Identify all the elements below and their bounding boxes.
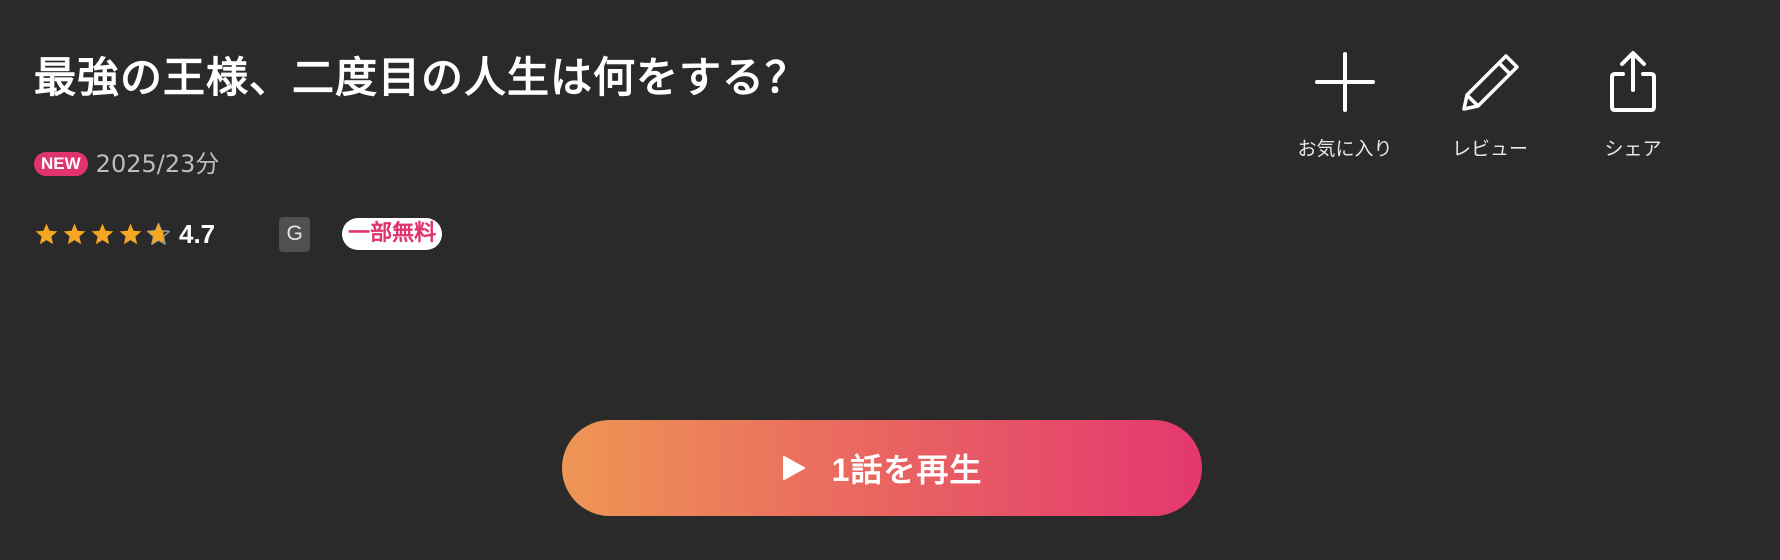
play-icon (782, 456, 805, 480)
age-rating-badge: G (279, 216, 311, 252)
play-episode-button[interactable]: 1話を再生 (562, 420, 1202, 516)
star-icon (146, 222, 171, 245)
share-label: シェア (1604, 138, 1662, 160)
star-rating (34, 222, 171, 247)
favorite-button[interactable]: お気に入り (1280, 50, 1410, 161)
review-label: レビュー (1451, 138, 1528, 160)
rating-row: 4.7 G 一部無料 (34, 214, 443, 254)
plus-icon (1315, 52, 1375, 112)
free-badge: 一部無料 (342, 218, 443, 250)
star-icon (35, 223, 58, 244)
page-title: 最強の王様、二度目の人生は何をする？ (34, 53, 809, 102)
star-icon (63, 223, 86, 244)
new-badge: NEW (34, 152, 88, 176)
rating-value: 4.7 (179, 218, 216, 249)
play-label: 1話を再生 (831, 452, 983, 488)
meta-row: NEW 2025/23分 (34, 148, 219, 180)
star-icon (119, 223, 142, 244)
favorite-label: お気に入り (1297, 138, 1393, 160)
share-icon (1610, 51, 1656, 112)
pencil-icon (1462, 54, 1519, 111)
release-info: 2025/23分 (95, 150, 220, 178)
star-icon (91, 223, 114, 244)
review-button[interactable]: レビュー (1425, 50, 1555, 161)
share-button[interactable]: シェア (1568, 50, 1698, 161)
